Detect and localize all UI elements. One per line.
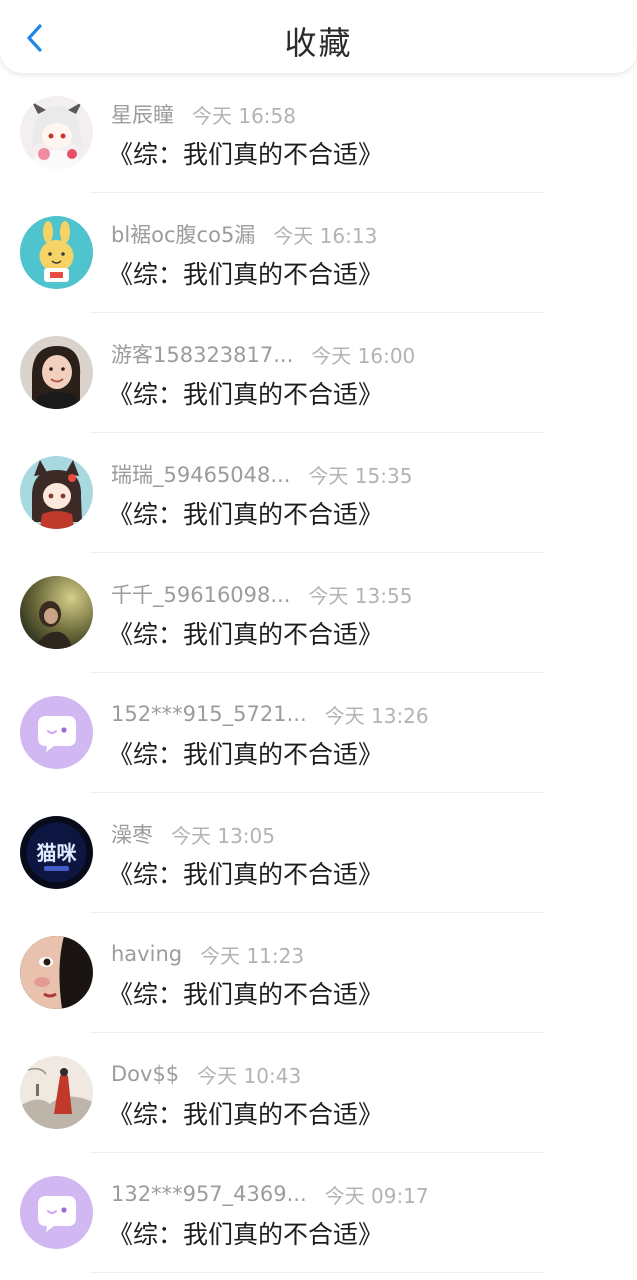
- item-meta: having 今天 11:23: [111, 939, 304, 969]
- username[interactable]: 千千_59616098...: [111, 579, 290, 609]
- list-item[interactable]: 152***915_5721... 今天 13:26 《综：我们真的不合适》: [0, 673, 637, 793]
- item-meta: 千千_59616098... 今天 13:55: [111, 579, 412, 609]
- username[interactable]: 星辰瞳: [111, 99, 174, 129]
- username[interactable]: 152***915_5721...: [111, 702, 307, 726]
- top-navigation-bar: 收藏: [0, 0, 637, 73]
- ink-painting-avatar[interactable]: [20, 1056, 93, 1129]
- book-title[interactable]: 《综：我们真的不合适》: [108, 615, 383, 651]
- timestamp: 今天 10:43: [197, 1063, 302, 1088]
- item-meta: 游客158323817... 今天 16:00: [111, 339, 415, 369]
- book-title[interactable]: 《综：我们真的不合适》: [108, 975, 383, 1011]
- list-item[interactable]: 瑞瑞_59465048... 今天 15:35 《综：我们真的不合适》: [0, 433, 637, 553]
- anime-fox-girl-avatar[interactable]: [20, 456, 93, 529]
- item-meta: Dov$$ 今天 10:43: [111, 1059, 301, 1089]
- item-meta: 132***957_4369... 今天 09:17: [111, 1179, 429, 1209]
- outdoor-photo-avatar[interactable]: [20, 576, 93, 649]
- timestamp: 今天 13:26: [324, 703, 429, 728]
- item-meta: 152***915_5721... 今天 13:26: [111, 699, 429, 729]
- item-meta: 瑞瑞_59465048... 今天 15:35: [111, 459, 412, 489]
- timestamp: 今天 13:55: [308, 583, 413, 608]
- cartoon-rabbit-avatar[interactable]: [20, 216, 93, 289]
- book-title[interactable]: 《综：我们真的不合适》: [108, 735, 383, 771]
- book-title[interactable]: 《综：我们真的不合适》: [108, 375, 383, 411]
- timestamp: 今天 16:00: [311, 343, 416, 368]
- username[interactable]: 132***957_4369...: [111, 1182, 307, 1206]
- timestamp: 今天 11:23: [200, 943, 305, 968]
- item-meta: bl裾oc腹co5漏 今天 16:13: [111, 219, 377, 249]
- default-chat-avatar[interactable]: [20, 1176, 93, 1249]
- username[interactable]: 瑞瑞_59465048...: [111, 459, 290, 489]
- timestamp: 今天 09:17: [324, 1183, 429, 1208]
- book-title[interactable]: 《综：我们真的不合适》: [108, 1095, 383, 1131]
- list-item[interactable]: 千千_59616098... 今天 13:55 《综：我们真的不合适》: [0, 553, 637, 673]
- item-meta: 星辰瞳 今天 16:58: [111, 99, 296, 129]
- list-item[interactable]: bl裾oc腹co5漏 今天 16:13 《综：我们真的不合适》: [0, 193, 637, 313]
- anime-girl-avatar[interactable]: [20, 96, 93, 169]
- item-meta: 澡枣 今天 13:05: [111, 819, 275, 849]
- username[interactable]: having: [111, 942, 182, 966]
- username[interactable]: bl裾oc腹co5漏: [111, 219, 255, 249]
- list-item[interactable]: 猫咪 澡枣 今天 13:05 《综：我们真的不合适》: [0, 793, 637, 913]
- favorites-list: 星辰瞳 今天 16:58 《综：我们真的不合适》 bl裾oc腹co5漏 今天 1…: [0, 73, 637, 1273]
- cat-text-avatar[interactable]: 猫咪: [20, 816, 93, 889]
- painted-face-avatar[interactable]: [20, 936, 93, 1009]
- page-title: 收藏: [284, 24, 353, 62]
- list-item[interactable]: 星辰瞳 今天 16:58 《综：我们真的不合适》: [0, 73, 637, 193]
- book-title[interactable]: 《综：我们真的不合适》: [108, 135, 383, 171]
- username[interactable]: Dov$$: [111, 1062, 179, 1086]
- username[interactable]: 游客158323817...: [111, 339, 293, 369]
- book-title[interactable]: 《综：我们真的不合适》: [108, 855, 383, 891]
- timestamp: 今天 16:58: [192, 103, 296, 128]
- default-chat-avatar[interactable]: [20, 696, 93, 769]
- timestamp: 今天 15:35: [308, 463, 413, 488]
- book-title[interactable]: 《综：我们真的不合适》: [108, 495, 383, 531]
- list-item[interactable]: 132***957_4369... 今天 09:17 《综：我们真的不合适》: [0, 1153, 637, 1273]
- book-title[interactable]: 《综：我们真的不合适》: [108, 1215, 383, 1251]
- book-title[interactable]: 《综：我们真的不合适》: [108, 255, 383, 291]
- timestamp: 今天 16:13: [273, 223, 378, 248]
- list-item[interactable]: having 今天 11:23 《综：我们真的不合适》: [0, 913, 637, 1033]
- cat-text: 猫咪: [37, 841, 78, 865]
- divider: [90, 1272, 545, 1273]
- username[interactable]: 澡枣: [111, 819, 153, 849]
- list-item[interactable]: Dov$$ 今天 10:43 《综：我们真的不合适》: [0, 1033, 637, 1153]
- child-photo-avatar[interactable]: [20, 336, 93, 409]
- list-item[interactable]: 游客158323817... 今天 16:00 《综：我们真的不合适》: [0, 313, 637, 433]
- timestamp: 今天 13:05: [171, 823, 275, 848]
